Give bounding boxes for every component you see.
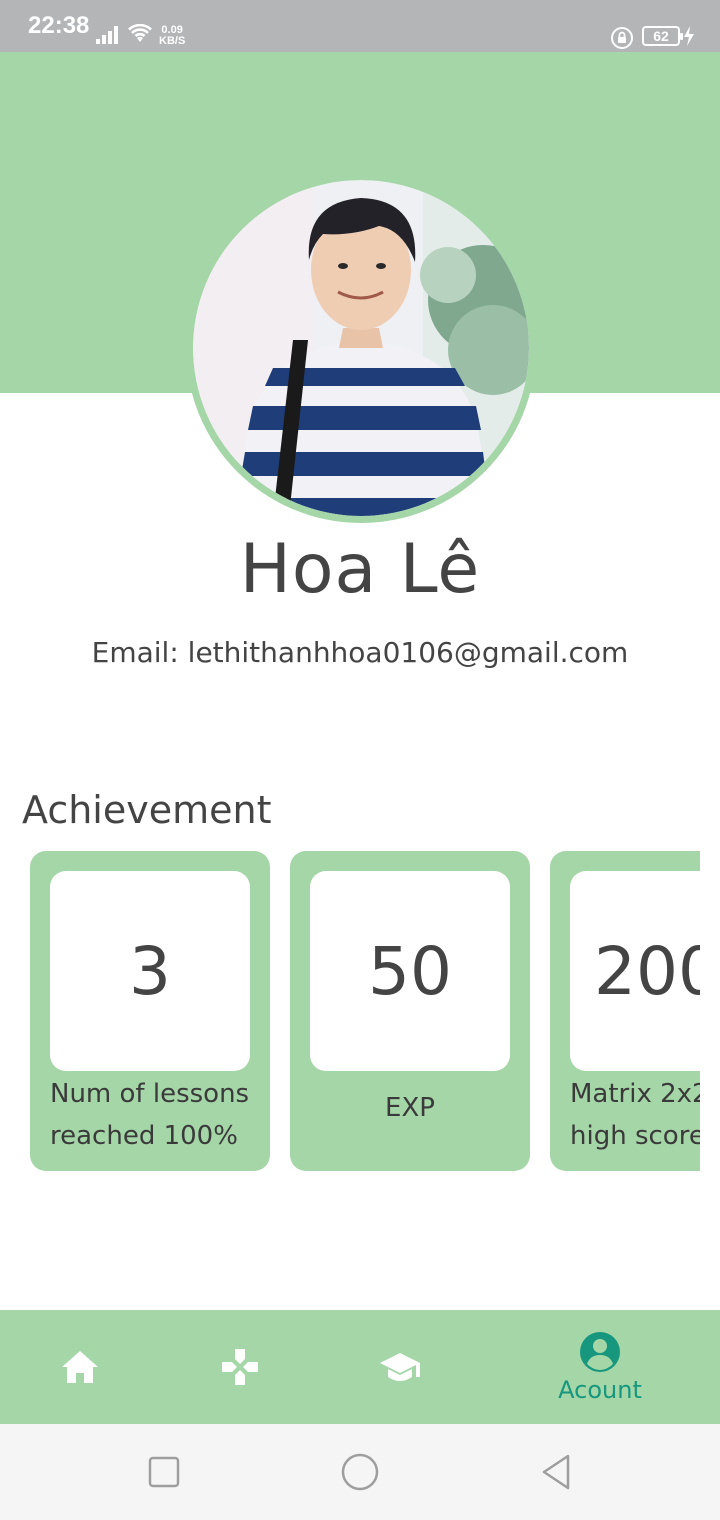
back-icon[interactable]: [536, 1452, 576, 1492]
nav-game[interactable]: [160, 1310, 320, 1424]
account-icon: [580, 1332, 620, 1372]
home-circle-icon[interactable]: [340, 1452, 380, 1492]
system-navigation-bar: [0, 1424, 720, 1520]
graduation-cap-icon: [380, 1353, 420, 1381]
status-time: 22:38: [28, 12, 90, 39]
nav-account-label: Acount: [558, 1376, 642, 1404]
achievement-list[interactable]: 3 Num of lessons reached 100% 50 EXP 200…: [30, 851, 700, 1171]
battery-icon: 62: [642, 26, 683, 46]
achievement-card-exp: 50 EXP: [290, 851, 530, 1171]
achievement-value: 200: [570, 871, 700, 1071]
achievement-caption: EXP: [385, 1093, 435, 1123]
achievement-caption: Matrix 2x2 high score: [570, 1079, 700, 1151]
signal-icon: [96, 26, 118, 44]
achievement-card-matrix: 200 Matrix 2x2 high score: [550, 851, 700, 1171]
nav-learn[interactable]: [320, 1310, 480, 1424]
network-speed: 0.09 KB/S: [159, 25, 185, 47]
achievement-value: 3: [50, 871, 250, 1071]
network-speed-unit: KB/S: [159, 35, 186, 47]
home-icon: [62, 1351, 98, 1383]
achievement-title: Achievement: [22, 788, 272, 832]
gamepad-icon: [222, 1349, 258, 1385]
charging-icon: [684, 26, 694, 46]
status-bar: 22:38 0.09 KB/S 62: [0, 0, 720, 52]
achievement-card-lessons: 3 Num of lessons reached 100%: [30, 851, 270, 1171]
profile-photo: [193, 180, 529, 516]
nav-home[interactable]: [0, 1310, 160, 1424]
nav-account[interactable]: Acount: [520, 1310, 680, 1424]
recent-apps-icon[interactable]: [144, 1452, 184, 1492]
user-email: Email: lethithanhhoa0106@gmail.com: [91, 636, 629, 669]
avatar[interactable]: [186, 173, 536, 523]
bottom-navigation: Acount: [0, 1310, 720, 1424]
user-name: Hoa Lê: [239, 530, 481, 609]
battery-level: 62: [653, 28, 669, 44]
achievement-value: 50: [310, 871, 510, 1071]
wifi-icon: [128, 24, 152, 42]
rotation-lock-icon: [611, 27, 633, 49]
achievement-caption: Num of lessons reached 100%: [50, 1079, 250, 1151]
